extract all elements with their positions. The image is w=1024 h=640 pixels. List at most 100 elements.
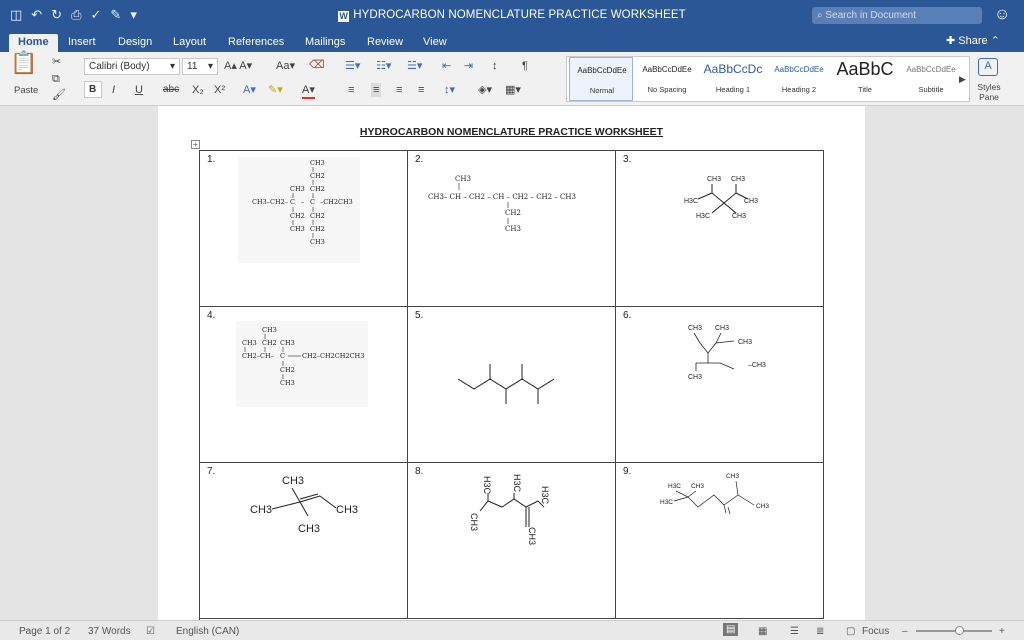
search-input[interactable]: ⌕ Search in Document bbox=[812, 7, 982, 24]
clear-formatting-icon[interactable]: ⌫ bbox=[309, 58, 325, 72]
cut-icon[interactable]: ✂ bbox=[52, 55, 61, 69]
outline-view-icon[interactable]: ☰ bbox=[790, 626, 799, 637]
font-name-value: Calibri (Body) bbox=[89, 61, 150, 72]
svg-text:CH3: CH3 bbox=[280, 339, 295, 347]
print-layout-icon[interactable]: ▤ bbox=[723, 623, 739, 636]
paste-button[interactable]: Paste bbox=[14, 84, 38, 98]
tab-review[interactable]: Review bbox=[367, 34, 403, 52]
text-effects-icon[interactable]: A▾ bbox=[243, 83, 256, 97]
style-name: Title bbox=[858, 85, 872, 94]
justify-icon[interactable]: ≡ bbox=[418, 83, 424, 97]
structure-2: CH3 CH3– CH – CH2 – CH – CH2 – CH2 – CH3… bbox=[428, 175, 576, 233]
superscript-button[interactable]: X² bbox=[214, 83, 225, 97]
chevron-down-icon: ▾ bbox=[207, 61, 213, 72]
table-cell-3[interactable]: 3. CH3 CH3 H3C CH3 H3C CH3 bbox=[616, 151, 824, 307]
style-normal[interactable]: AaBbCcDdEe Normal bbox=[569, 57, 633, 101]
collapse-ribbon-icon[interactable]: ⌃ bbox=[988, 35, 1000, 47]
align-left-icon[interactable]: ≡ bbox=[348, 83, 354, 97]
style-title[interactable]: AaBbC Title bbox=[833, 57, 897, 101]
svg-text:C: C bbox=[290, 198, 295, 206]
bullets-icon[interactable]: ☰▾ bbox=[345, 59, 360, 73]
feedback-smiley-icon[interactable]: ☺ bbox=[994, 6, 1010, 24]
styles-pane-button[interactable]: Styles Pane bbox=[972, 82, 1006, 102]
draft-view-icon[interactable]: ≣ bbox=[816, 626, 824, 637]
status-bar: Page 1 of 2 37 Words ☑ English (CAN) ▤ ▦… bbox=[0, 620, 1024, 640]
zoom-in-icon[interactable]: + bbox=[999, 626, 1005, 637]
font-size-select[interactable]: 11 ▾ bbox=[182, 58, 218, 75]
sort-icon[interactable]: ↕ bbox=[492, 59, 498, 73]
svg-text:CH2–CH2CH2CH3: CH2–CH2CH2CH3 bbox=[302, 352, 364, 360]
title-bar: ◫ ↶ ↻ ⎙ ✓ ✎ ▾ W HYDROCARBON NOMENCLATURE … bbox=[0, 0, 1024, 31]
svg-text:CH2: CH2 bbox=[310, 172, 325, 180]
font-color-icon[interactable]: A▾ bbox=[302, 83, 315, 99]
zoom-out-icon[interactable]: – bbox=[902, 626, 908, 637]
document-page[interactable]: HYDROCARBON NOMENCLATURE PRACTICE WORKSH… bbox=[158, 106, 865, 620]
shading-icon[interactable]: ◈▾ bbox=[478, 83, 492, 97]
change-case-icon[interactable]: Aa▾ bbox=[276, 59, 295, 73]
copy-icon[interactable]: ⧉ bbox=[52, 72, 60, 86]
zoom-slider-thumb[interactable] bbox=[955, 626, 964, 635]
page-count[interactable]: Page 1 of 2 bbox=[19, 626, 70, 637]
strikethrough-button[interactable]: abc bbox=[163, 83, 179, 97]
show-formatting-icon[interactable]: ¶ bbox=[522, 59, 528, 73]
svg-text:CH3: CH3 bbox=[310, 159, 325, 167]
subscript-button[interactable]: X₂ bbox=[192, 83, 204, 97]
table-cell-9[interactable]: 9. H3C CH3 CH3 H3C CH3 bbox=[616, 463, 824, 619]
web-layout-icon[interactable]: ▦ bbox=[758, 626, 767, 637]
tab-view[interactable]: View bbox=[423, 34, 447, 52]
tab-references[interactable]: References bbox=[228, 34, 284, 52]
increase-indent-icon[interactable]: ⇥ bbox=[464, 59, 473, 73]
style-name: Heading 1 bbox=[715, 85, 751, 94]
decrease-indent-icon[interactable]: ⇤ bbox=[442, 59, 451, 73]
style-preview: AaBbCcDdEe bbox=[774, 65, 824, 74]
table-cell-6[interactable]: 6. CH3 CH3 CH3 CH3 –CH3 bbox=[616, 307, 824, 463]
worksheet-table[interactable]: 1. CH3 CH2 CH3 CH2 CH3–CH2– C – C –CH2CH… bbox=[199, 150, 824, 620]
document-canvas[interactable]: HYDROCARBON NOMENCLATURE PRACTICE WORKSH… bbox=[0, 106, 1024, 620]
tab-layout[interactable]: Layout bbox=[173, 34, 206, 52]
svg-text:CH3: CH3 bbox=[455, 175, 471, 183]
add-person-icon: ✚ bbox=[946, 35, 959, 47]
svg-text:CH3: CH3 bbox=[250, 504, 272, 516]
styles-pane-icon[interactable]: A bbox=[978, 58, 998, 76]
table-cell-5[interactable]: 5. bbox=[408, 307, 616, 463]
highlight-icon[interactable]: ✎▾ bbox=[268, 83, 283, 97]
styles-expand-icon[interactable]: ▶ bbox=[959, 72, 966, 86]
font-size-value: 11 bbox=[187, 61, 198, 72]
tab-insert[interactable]: Insert bbox=[68, 34, 96, 52]
line-spacing-icon[interactable]: ↕▾ bbox=[444, 83, 455, 97]
grow-font-icon[interactable]: A▴ A▾ bbox=[224, 59, 252, 73]
proofing-icon[interactable]: ☑ bbox=[146, 626, 155, 637]
language-indicator[interactable]: English (CAN) bbox=[176, 626, 239, 637]
underline-button[interactable]: U bbox=[135, 83, 143, 97]
align-center-icon[interactable]: ≡ bbox=[371, 83, 382, 97]
align-right-icon[interactable]: ≡ bbox=[396, 83, 402, 97]
table-move-handle[interactable]: + bbox=[191, 140, 200, 149]
share-button[interactable]: ✚ Share ⌃ bbox=[946, 34, 1000, 47]
font-name-select[interactable]: Calibri (Body) ▾ bbox=[84, 58, 180, 75]
style-heading-2[interactable]: AaBbCcDdEe Heading 2 bbox=[767, 57, 831, 101]
table-cell-4[interactable]: 4. CH3 CH3 CH2 CH3 CH2–CH– C CH2–CH2CH2C… bbox=[200, 307, 408, 463]
borders-icon[interactable]: ▦▾ bbox=[505, 83, 521, 97]
paste-icon[interactable]: 📋 bbox=[10, 52, 37, 74]
tab-design[interactable]: Design bbox=[118, 34, 152, 52]
search-placeholder: Search in Document bbox=[825, 10, 916, 21]
style-subtitle[interactable]: AaBbCcDdEe Subtitle bbox=[899, 57, 963, 101]
word-count[interactable]: 37 Words bbox=[88, 626, 131, 637]
svg-text:H3C: H3C bbox=[482, 476, 492, 495]
table-cell-1[interactable]: 1. CH3 CH2 CH3 CH2 CH3–CH2– C – C –CH2CH… bbox=[200, 151, 408, 307]
italic-button[interactable]: I bbox=[112, 83, 115, 97]
style-preview: AaBbCcDdEe bbox=[577, 66, 627, 75]
numbering-icon[interactable]: ☷▾ bbox=[376, 59, 391, 73]
focus-button[interactable]: Focus bbox=[862, 626, 889, 637]
format-painter-icon[interactable]: 🖌 bbox=[52, 88, 66, 102]
style-no-spacing[interactable]: AaBbCcDdEe No Spacing bbox=[635, 57, 699, 101]
style-heading-1[interactable]: AaBbCcDc Heading 1 bbox=[701, 57, 765, 101]
table-cell-7[interactable]: 7. CH3 CH3 CH3 CH3 bbox=[200, 463, 408, 619]
table-cell-2[interactable]: 2. CH3 CH3– CH – CH2 – CH – CH2 – CH2 – … bbox=[408, 151, 616, 307]
multilevel-list-icon[interactable]: ☱▾ bbox=[407, 59, 422, 73]
bold-button[interactable]: B bbox=[84, 81, 102, 98]
tab-mailings[interactable]: Mailings bbox=[305, 34, 345, 52]
table-cell-8[interactable]: 8. H3C H3C H3C CH3 CH3 bbox=[408, 463, 616, 619]
focus-icon[interactable]: ▢ bbox=[846, 626, 855, 637]
zoom-slider[interactable] bbox=[916, 630, 992, 632]
